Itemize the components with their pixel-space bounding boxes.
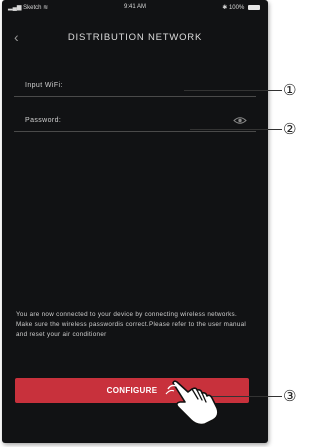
callout-line-2	[190, 129, 282, 130]
battery-icon	[248, 4, 260, 10]
callout-line-1	[184, 90, 282, 91]
wifi-input[interactable]	[14, 96, 256, 97]
callout-2: ②	[283, 120, 297, 138]
status-bar: ▂▄▆ Sketch ≋ 9:41 AM ✱ 100%	[2, 4, 268, 16]
nav-bar: ‹ DISTRIBUTION NETWORK	[2, 28, 268, 50]
callout-line-3	[212, 396, 282, 397]
wifi-label: Input WiFi:	[25, 82, 63, 89]
page-title: DISTRIBUTION NETWORK	[67, 32, 203, 43]
phone-screen: ▂▄▆ Sketch ≋ 9:41 AM ✱ 100% ‹ DISTRIBUTI…	[2, 0, 268, 443]
instruction-text: You are now connected to your device by …	[16, 311, 247, 338]
callout-3: ③	[283, 387, 297, 405]
password-input[interactable]	[14, 131, 256, 132]
bluetooth-icon: ✱	[222, 5, 228, 11]
battery-status: ✱ 100%	[222, 4, 260, 11]
callout-1: ①	[283, 81, 297, 99]
password-label: Password:	[25, 117, 62, 124]
eye-icon[interactable]	[233, 116, 247, 125]
battery-percent: 100%	[228, 5, 245, 11]
hand-pointer-icon	[165, 380, 219, 426]
